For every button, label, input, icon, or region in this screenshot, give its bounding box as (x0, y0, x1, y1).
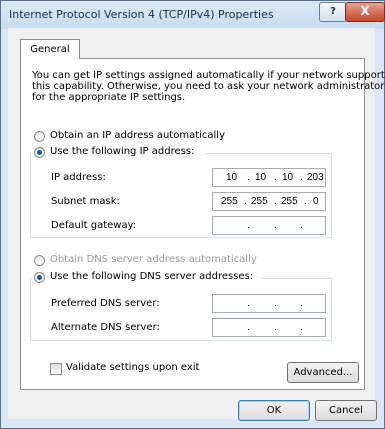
close-button[interactable]: X (345, 2, 385, 22)
cancel-button[interactable]: Cancel (315, 400, 377, 421)
use-dns-manual-option[interactable]: Use the following DNS server addresses: (34, 271, 253, 285)
use-dns-manual-radio[interactable] (34, 272, 45, 283)
ip-address-field[interactable]: 10 . 10 . 10 . 203 (212, 168, 326, 187)
description-line: this capability. Otherwise, you need to … (32, 81, 385, 92)
preferred-dns-label: Preferred DNS server: (51, 298, 160, 309)
description-text: You can get IP settings assigned automat… (32, 70, 385, 103)
subnet-mask-label: Subnet mask: (51, 196, 120, 207)
description-line: You can get IP settings assigned automat… (32, 70, 385, 81)
ok-button[interactable]: OK (238, 400, 310, 421)
use-ip-manual-option[interactable]: Use the following IP address: (34, 146, 194, 160)
preferred-dns-field[interactable]: . . . (212, 294, 326, 313)
subnet-mask-field[interactable]: 255 . 255 . 255 . 0 (212, 192, 326, 211)
alternate-dns-label: Alternate DNS server: (51, 322, 160, 333)
ip-address-label: IP address: (51, 172, 106, 183)
tab-general[interactable]: General (20, 39, 80, 59)
obtain-ip-auto-radio[interactable] (34, 131, 45, 142)
obtain-dns-auto-label: Obtain DNS server address automatically (50, 254, 257, 265)
window-title: Internet Protocol Version 4 (TCP/IPv4) P… (9, 8, 274, 21)
help-button[interactable]: ? (319, 2, 347, 22)
validate-checkbox[interactable] (50, 363, 62, 375)
obtain-dns-auto-radio[interactable] (34, 255, 45, 266)
use-ip-manual-label: Use the following IP address: (50, 146, 195, 157)
advanced-button[interactable]: Advanced... (287, 362, 359, 383)
description-line: for the appropriate IP settings. (32, 92, 186, 103)
default-gateway-field[interactable]: . . . (212, 216, 326, 235)
obtain-ip-auto-label: Obtain an IP address automatically (50, 130, 226, 141)
use-dns-manual-label: Use the following DNS server addresses: (50, 271, 254, 282)
alternate-dns-field[interactable]: . . . (212, 318, 326, 337)
title-bar[interactable]: Internet Protocol Version 4 (TCP/IPv4) P… (1, 1, 385, 29)
use-ip-manual-radio[interactable] (34, 147, 45, 158)
default-gateway-label: Default gateway: (51, 220, 137, 231)
validate-label: Validate settings upon exit (66, 362, 200, 373)
